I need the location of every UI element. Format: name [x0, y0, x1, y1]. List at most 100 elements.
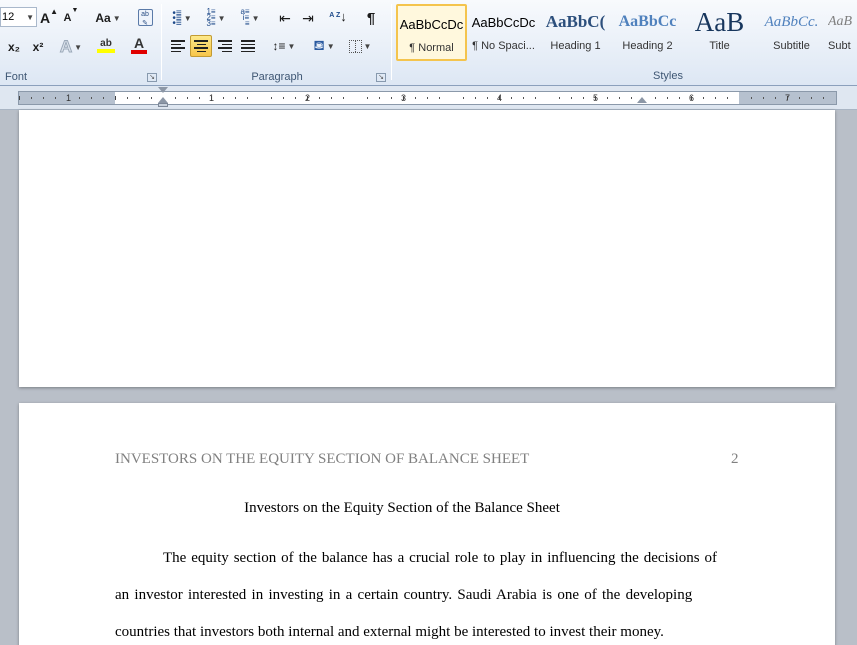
document-title[interactable]: Investors on the Equity Section of the B… [19, 500, 785, 517]
ruler-tick [31, 97, 32, 99]
style-preview: AaB [694, 6, 745, 37]
paragraph-dialog-launcher[interactable]: ↘ [376, 73, 386, 82]
body-line[interactable]: The equity section of the balance has a … [163, 550, 717, 567]
paragraph-group: •≡ •≡ •≡ ▼ 1≡ 2≡ 3≡ ▼ a≡ i≡ ≡ ▼ ⇤ ⇥ A Z ↓ ¶ [163, 0, 391, 86]
show-hide-marks-button[interactable]: ¶ [361, 7, 381, 29]
ruler-tick [799, 97, 800, 99]
style-name: Subt [828, 40, 851, 52]
style-normal[interactable]: AaBbCcDc ¶ Normal [396, 4, 467, 61]
paint-bucket-icon: ⛾ [313, 36, 325, 53]
style-heading-2[interactable]: AaBbCc Heading 2 [612, 4, 683, 61]
clear-formatting-button[interactable]: ab ✎ [135, 6, 155, 28]
running-head[interactable]: INVESTORS ON THE EQUITY SECTION OF BALAN… [115, 451, 529, 468]
font-color-swatch [131, 50, 147, 54]
ruler-tick [19, 96, 20, 100]
change-case-button[interactable]: Aa ▼ [93, 7, 123, 29]
page-number[interactable]: 2 [731, 451, 739, 468]
highlighter-icon: ab [100, 37, 112, 49]
ruler-tick [331, 97, 332, 99]
style-heading-1[interactable]: AaBbC( Heading 1 [540, 4, 611, 61]
style-subtle-emphasis[interactable]: AaB Subt [828, 4, 857, 61]
text-effects-button[interactable]: A ▼ [58, 36, 84, 58]
sort-icon: A Z [329, 12, 341, 19]
ruler-tick [79, 97, 80, 99]
increase-indent-icon: ⇥ [302, 9, 314, 26]
right-indent-marker[interactable] [637, 97, 647, 103]
ruler-tick [787, 96, 788, 100]
style-subtitle[interactable]: AaBbCc. Subtitle [756, 4, 827, 61]
ruler-tick [475, 97, 476, 99]
ruler-tick [211, 96, 212, 100]
ruler-tick [727, 97, 728, 99]
ruler-tick [343, 97, 344, 99]
ruler-tick [199, 97, 200, 99]
ruler-tick [631, 97, 632, 99]
grow-font-button[interactable]: A ▲ [40, 7, 58, 29]
style-name: Heading 2 [622, 40, 673, 52]
ruler-tick [235, 97, 236, 99]
bullets-button[interactable]: •≡ •≡ •≡ ▼ [169, 7, 195, 29]
superscript-icon: x² [32, 40, 44, 54]
numbering-button[interactable]: 1≡ 2≡ 3≡ ▼ [202, 7, 230, 29]
multilevel-list-button[interactable]: a≡ i≡ ≡ ▼ [235, 7, 265, 29]
align-left-button[interactable] [167, 35, 189, 57]
ruler-tick [43, 97, 44, 99]
styles-group-label: Styles [653, 70, 683, 82]
style-name: ¶ Normal [409, 42, 454, 54]
align-right-icon [218, 40, 232, 52]
horizontal-ruler[interactable]: 1 1 2 3 4 5 6 7 [0, 86, 857, 110]
font-color-button[interactable]: A [124, 34, 154, 56]
ruler-tick [271, 97, 272, 99]
font-dialog-launcher[interactable]: ↘ [147, 73, 157, 82]
highlight-color-button[interactable]: ab [90, 34, 122, 56]
style-name: ¶ No Spaci... [472, 40, 535, 52]
ruler-tick [307, 96, 308, 100]
font-size-value: 12 [2, 11, 15, 23]
ruler-tick [151, 97, 152, 99]
align-center-icon [194, 40, 208, 52]
justify-button[interactable] [237, 35, 259, 57]
ruler-tick [535, 97, 536, 99]
ruler-tick [127, 97, 128, 99]
ruler-tick [775, 97, 776, 99]
ruler-tick [487, 97, 488, 99]
first-line-indent-marker[interactable] [158, 87, 168, 93]
superscript-button[interactable]: x² [28, 36, 48, 58]
left-indent-marker[interactable] [158, 103, 168, 107]
ruler-tick [499, 96, 500, 100]
body-line[interactable]: countries that investors both internal a… [115, 624, 664, 641]
page-2[interactable]: INVESTORS ON THE EQUITY SECTION OF BALAN… [19, 403, 835, 645]
text-effects-icon: A [59, 37, 73, 57]
chevron-down-icon: ▼ [26, 12, 34, 22]
style-no-spacing[interactable]: AaBbCcDc ¶ No Spaci... [468, 4, 539, 61]
ruler-tick [379, 97, 380, 99]
decrease-indent-button[interactable]: ⇤ [275, 7, 295, 29]
ruler-tick [823, 97, 824, 99]
borders-button[interactable]: ▼ [345, 35, 375, 57]
ruler-tick [763, 97, 764, 99]
ruler-tick [463, 97, 464, 99]
shading-button[interactable]: ⛾ ▼ [309, 35, 339, 57]
ruler-tick [439, 97, 440, 99]
ruler-tick [103, 97, 104, 99]
ruler-tick [667, 97, 668, 99]
ribbon: 12 ▼ A ▲ A ▼ Aa ▼ ab ✎ x₂ x² A ▼ ab A Fo… [0, 0, 857, 86]
body-line[interactable]: an investor interested in investing in a… [115, 587, 692, 604]
ruler-tick [283, 97, 284, 99]
font-size-combobox[interactable]: 12 ▼ [0, 7, 37, 27]
page-1-bottom[interactable] [19, 110, 835, 387]
ruler-tick [619, 97, 620, 99]
align-center-button[interactable] [190, 35, 212, 57]
subscript-button[interactable]: x₂ [4, 36, 24, 58]
ruler-tick [391, 97, 392, 99]
increase-indent-button[interactable]: ⇥ [298, 7, 318, 29]
line-spacing-button[interactable]: ↕≡ ▼ [269, 35, 299, 57]
ruler-tick [367, 97, 368, 99]
style-title[interactable]: AaB Title [684, 4, 755, 61]
ruler-tick [175, 97, 176, 99]
font-group-label: Font [5, 71, 28, 83]
ruler-tick [91, 97, 92, 99]
align-right-button[interactable] [214, 35, 236, 57]
shrink-font-button[interactable]: A ▼ [62, 7, 80, 29]
sort-button[interactable]: A Z ↓ [328, 5, 348, 27]
